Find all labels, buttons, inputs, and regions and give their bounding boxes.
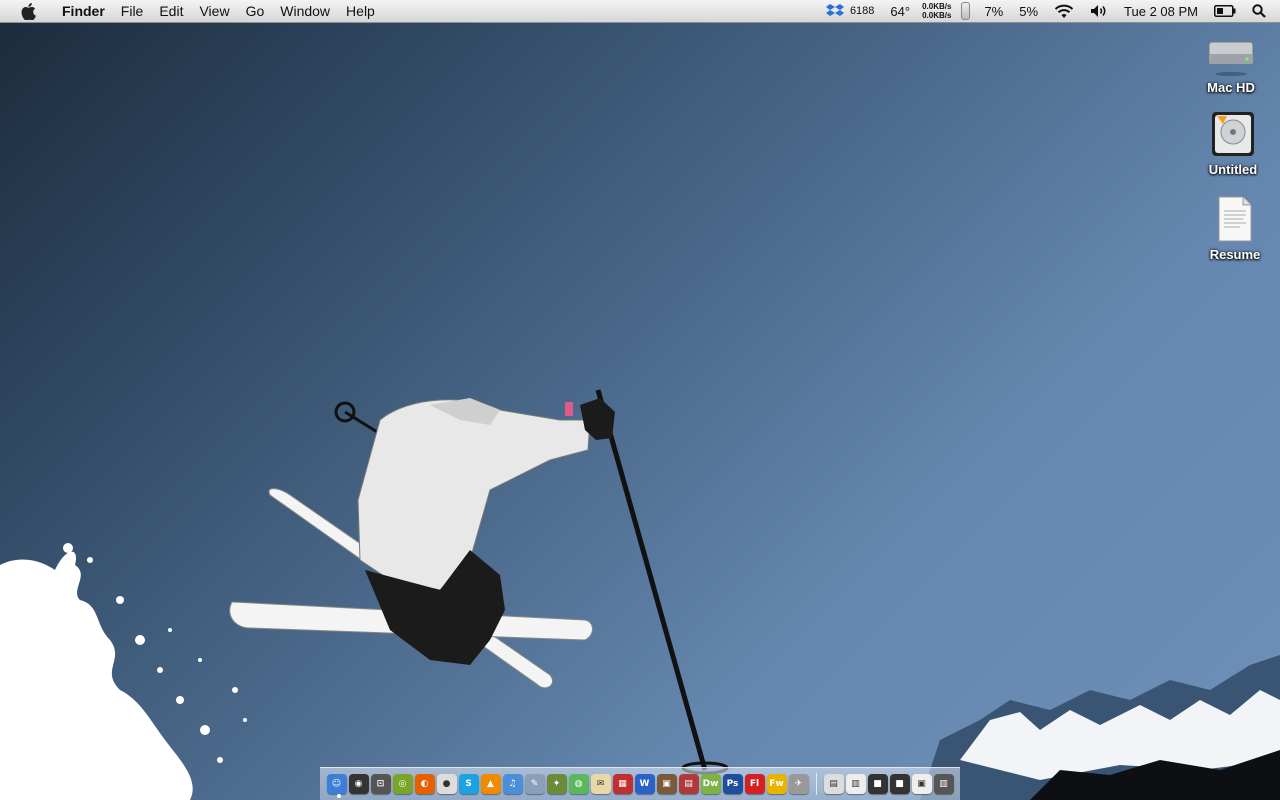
- menu-file[interactable]: File: [113, 0, 152, 22]
- memory-usage[interactable]: 5%: [1011, 0, 1046, 22]
- photo-booth-icon[interactable]: ▤: [678, 774, 699, 794]
- game-icon[interactable]: ✦: [546, 774, 567, 794]
- plane-icon[interactable]: ✈: [788, 774, 809, 794]
- dreamweaver-icon[interactable]: Dw: [700, 774, 721, 794]
- photoshop-icon[interactable]: Ps: [722, 774, 743, 794]
- menu-help[interactable]: Help: [338, 0, 383, 22]
- fireworks-icon[interactable]: Fw: [766, 774, 787, 794]
- adium-icon[interactable]: ◎: [392, 774, 413, 794]
- desktop-wallpaper: [0, 389, 1280, 800]
- calendar-icon[interactable]: ▦: [612, 774, 633, 794]
- preview-icon[interactable]: ✎: [524, 774, 545, 794]
- wifi-icon[interactable]: [1046, 0, 1082, 22]
- menu-clock[interactable]: Tue 2 08 PM: [1116, 0, 1206, 22]
- documents-stack-icon[interactable]: ▤: [823, 774, 844, 794]
- alien-icon[interactable]: ●: [436, 774, 457, 794]
- snow-splash: [0, 543, 247, 800]
- itunes-icon[interactable]: ♫: [502, 774, 523, 794]
- dock: ☺ ◉ ⊡ ◎ ◐ ● S ▲ ♫ ✎ ✦ ◍ ✉ ▦ W ▣ ▤ Dw Ps Fl Fw ✈ ▤ ▥ ■ ■ ▣ ▥: [320, 767, 960, 800]
- menu-app-finder[interactable]: Finder: [54, 0, 113, 22]
- volume-icon[interactable]: [1082, 0, 1116, 22]
- downloads-stack-icon[interactable]: ■: [889, 774, 910, 794]
- dropbox-count[interactable]: 6188: [846, 0, 882, 22]
- folder-stack-icon[interactable]: ■: [867, 774, 888, 794]
- skype-icon[interactable]: S: [458, 774, 479, 794]
- spotlight-search-icon[interactable]: [1244, 0, 1280, 22]
- dock-stacks: ▤ ▥ ■ ■ ▣ ▥: [823, 774, 954, 794]
- network-monitor[interactable]: 0.0KB/s 0.0KB/s: [918, 2, 955, 20]
- cpu-usage[interactable]: 7%: [976, 0, 1011, 22]
- vlc-icon[interactable]: ▲: [480, 774, 501, 794]
- menu-view[interactable]: View: [191, 0, 237, 22]
- word-icon[interactable]: W: [634, 774, 655, 794]
- menu-edit[interactable]: Edit: [151, 0, 191, 22]
- menu-window[interactable]: Window: [272, 0, 338, 22]
- finder-icon[interactable]: ☺: [326, 774, 347, 794]
- photo-icon[interactable]: ▣: [656, 774, 677, 794]
- trash-icon[interactable]: ▥: [933, 774, 954, 794]
- text-stack-icon[interactable]: ▥: [845, 774, 866, 794]
- mountains: [920, 655, 1280, 800]
- menu-bar-left: Finder File Edit View Go Window Help: [0, 0, 383, 22]
- network-up: 0.0KB/s: [922, 2, 952, 11]
- dock-apps: ☺ ◉ ⊡ ◎ ◐ ● S ▲ ♫ ✎ ✦ ◍ ✉ ▦ W ▣ ▤ Dw Ps Fl Fw ✈: [326, 774, 809, 794]
- firefox-icon[interactable]: ◐: [414, 774, 435, 794]
- dock-separator: [815, 773, 817, 795]
- dashboard-icon[interactable]: ◉: [348, 774, 369, 794]
- chrome-icon[interactable]: ◍: [568, 774, 589, 794]
- running-indicator: [337, 794, 341, 798]
- mail-icon[interactable]: ✉: [590, 774, 611, 794]
- menu-go[interactable]: Go: [238, 0, 273, 22]
- network-down: 0.0KB/s: [922, 11, 952, 20]
- flash-icon[interactable]: Fl: [744, 774, 765, 794]
- applications-stack-icon[interactable]: ▣: [911, 774, 932, 794]
- battery-icon[interactable]: [1206, 0, 1244, 22]
- temperature-readout[interactable]: 64°: [882, 0, 918, 22]
- thermometer-icon[interactable]: [961, 2, 971, 20]
- dropbox-icon[interactable]: [818, 0, 846, 22]
- ski-pole: [595, 389, 708, 771]
- screenshot-icon[interactable]: ⊡: [370, 774, 391, 794]
- status-menus: 6188 64° 0.0KB/s 0.0KB/s 7% 5% Tue 2 08 …: [818, 0, 1280, 22]
- menu-bar: Finder File Edit View Go Window Help 618…: [0, 0, 1280, 23]
- apple-icon[interactable]: [18, 2, 38, 20]
